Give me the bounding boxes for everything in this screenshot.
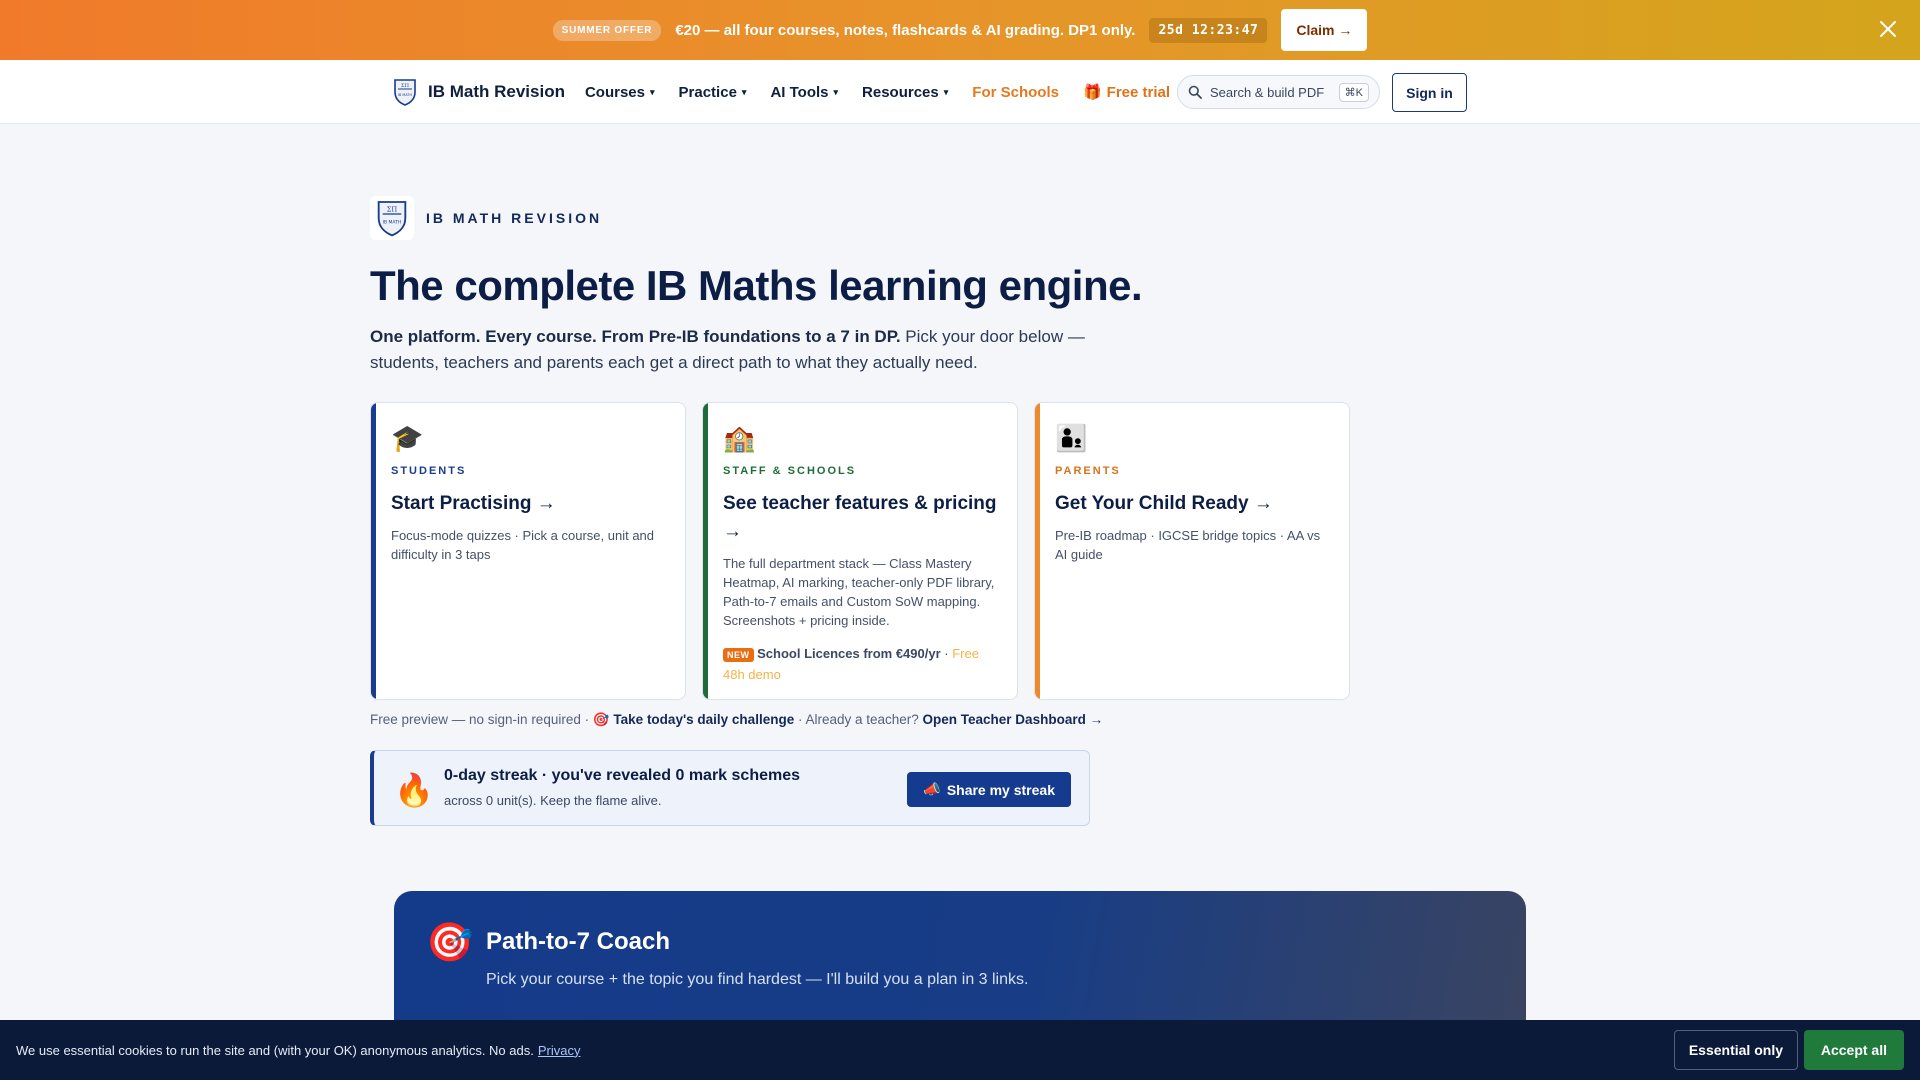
staff-schools-card[interactable]: 🏫 STAFF & SCHOOLS See teacher features &… (702, 402, 1018, 700)
main-nav: ΣΠ IB MATH IB Math Revision Courses ▾ Pr… (392, 60, 1194, 124)
daily-challenge-link[interactable]: Take today's daily challenge (613, 712, 794, 727)
svg-text:IB MATH: IB MATH (383, 219, 402, 225)
eyebrow-label: IB MATH REVISION (426, 210, 603, 226)
site-header: ΣΠ IB MATH IB Math Revision Courses ▾ Pr… (0, 60, 1920, 124)
teacher-features-link[interactable]: See teacher features & pricing → (723, 490, 999, 546)
students-card[interactable]: 🎓 STUDENTS Start Practising → Focus-mode… (370, 402, 686, 700)
svg-text:ΣΠ: ΣΠ (401, 83, 410, 89)
brand-name: IB Math Revision (428, 82, 565, 101)
chevron-down-icon: ▾ (833, 86, 839, 97)
family-icon: 👨‍👦 (1055, 423, 1088, 453)
chevron-down-icon: ▾ (650, 86, 655, 97)
audience-cards: 🎓 STUDENTS Start Practising → Focus-mode… (370, 402, 1350, 700)
promo-badge: SUMMER OFFER (552, 19, 662, 41)
sign-in-button[interactable]: Sign in (1392, 73, 1467, 112)
privacy-link[interactable]: Privacy (538, 1043, 581, 1058)
nav-practice-label: Practice (678, 83, 737, 101)
promo-countdown: 25d 12:23:47 (1149, 17, 1268, 43)
separator: · (940, 646, 953, 661)
crest-logo-icon: ΣΠ IB MATH (370, 196, 414, 240)
nav-practice[interactable]: Practice ▾ (679, 84, 747, 101)
card-tag: STUDENTS (391, 465, 467, 477)
search-icon (1188, 85, 1202, 99)
licence-price: School Licences from €490/yr (757, 646, 941, 661)
streak-title: 0-day streak · you've revealed 0 mark sc… (444, 767, 801, 784)
essential-only-button[interactable]: Essential only (1673, 1030, 1798, 1070)
search-placeholder: Search & build PDF (1210, 84, 1325, 100)
svg-text:IB MATH: IB MATH (398, 93, 412, 97)
share-streak-label: Share my streak (946, 781, 1055, 798)
coach-subtitle: Pick your course + the topic you find ha… (486, 971, 1029, 988)
share-streak-button[interactable]: 📣 Share my streak (907, 772, 1071, 807)
brand-link[interactable]: ΣΠ IB MATH IB Math Revision (392, 77, 565, 107)
gift-icon: 🎁 (1082, 84, 1102, 101)
preview-middle: · Already a teacher? (794, 712, 923, 727)
school-licence-note: NEW School Licences from €490/yr · Free … (723, 644, 999, 684)
nav-for-schools[interactable]: For Schools (972, 84, 1059, 101)
nav-ai-tools-label: AI Tools (770, 83, 829, 101)
accept-all-button[interactable]: Accept all (1803, 1030, 1904, 1070)
streak-panel: 🔥 0-day streak · you've revealed 0 mark … (370, 750, 1090, 826)
card-tag: STAFF & SCHOOLS (723, 465, 857, 477)
free-trial-label: Free trial (1106, 83, 1171, 101)
claim-button[interactable]: Claim → (1281, 9, 1368, 51)
card-description: The full department stack — Class Master… (723, 556, 995, 628)
nav-ai-tools[interactable]: AI Tools ▾ (770, 84, 838, 101)
nav-courses[interactable]: Courses ▾ (585, 84, 655, 101)
coach-title: Path-to-7 Coach (486, 928, 671, 955)
svg-text:ΣΠ: ΣΠ (387, 205, 398, 213)
preview-line: Free preview — no sign-in required · 🎯 T… (370, 712, 1103, 728)
preview-prefix: Free preview — no sign-in required · (370, 712, 593, 727)
crest-logo-icon: ΣΠ IB MATH (394, 79, 416, 106)
card-description: Pre-IB roadmap · IGCSE bridge topics · A… (1055, 528, 1321, 562)
chevron-down-icon: ▾ (943, 86, 949, 97)
cookie-text: We use essential cookies to run the site… (16, 1043, 580, 1058)
cookie-banner: We use essential cookies to run the site… (0, 1020, 1920, 1080)
streak-subtitle: across 0 unit(s). Keep the flame alive. (444, 793, 662, 808)
nav-courses-label: Courses (584, 83, 645, 101)
hero-lead: One platform. Every course. From Pre-IB … (370, 324, 1100, 376)
get-child-ready-link[interactable]: Get Your Child Ready → (1055, 490, 1331, 518)
search-input[interactable]: Search & build PDF ⌘K (1177, 75, 1380, 109)
megaphone-icon: 📣 (923, 781, 941, 797)
fire-icon: 🔥 (394, 772, 434, 808)
search-shortcut: ⌘K (1338, 82, 1369, 102)
card-description: Focus-mode quizzes · Pick a course, unit… (391, 528, 655, 562)
start-practising-link[interactable]: Start Practising → (391, 490, 667, 518)
promo-text: €20 — all four courses, notes, flashcard… (675, 21, 1136, 39)
page-title: The complete IB Maths learning engine. (370, 262, 1143, 309)
nav-resources[interactable]: Resources ▾ (862, 84, 948, 101)
hero-lead-strong: One platform. Every course. From Pre-IB … (370, 327, 901, 346)
graduation-cap-icon: 🎓 (391, 423, 424, 453)
promo-banner: SUMMER OFFER €20 — all four courses, not… (0, 0, 1920, 60)
cookie-message: We use essential cookies to run the site… (16, 1042, 534, 1058)
target-icon: 🎯 (592, 712, 610, 727)
card-tag: PARENTS (1055, 465, 1121, 477)
school-building-icon: 🏫 (723, 423, 756, 453)
chevron-down-icon: ▾ (741, 86, 747, 97)
parents-card[interactable]: 👨‍👦 PARENTS Get Your Child Ready → Pre-I… (1034, 402, 1350, 700)
nav-resources-label: Resources (862, 83, 939, 101)
new-badge: NEW (723, 648, 754, 662)
target-icon: 🎯 (426, 922, 474, 964)
close-icon[interactable] (1874, 16, 1902, 44)
eyebrow: ΣΠ IB MATH IB MATH REVISION (370, 196, 602, 240)
nav-free-trial[interactable]: 🎁 Free trial (1082, 83, 1171, 102)
teacher-dashboard-link[interactable]: Open Teacher Dashboard → (923, 712, 1104, 727)
